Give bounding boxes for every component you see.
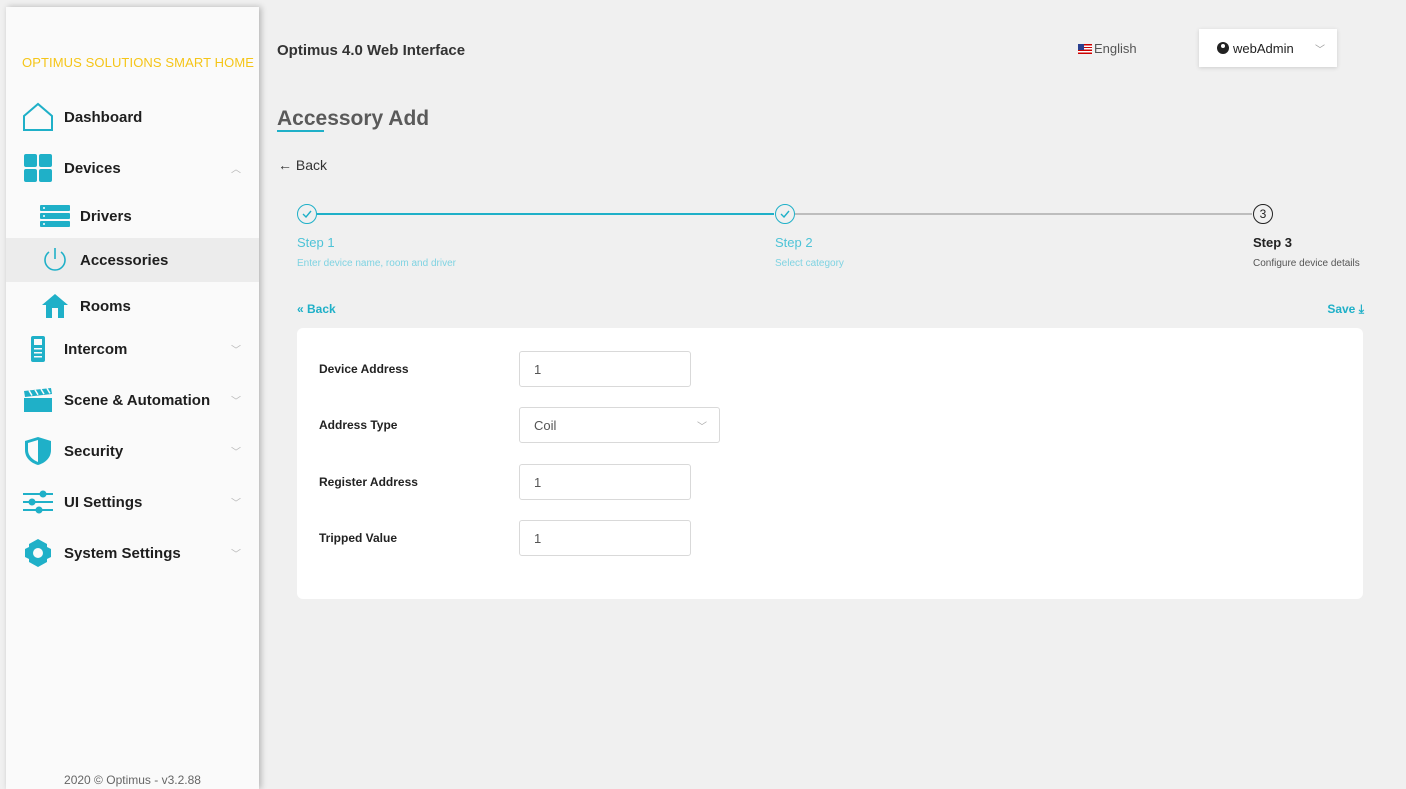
page-title: Accessory Add	[277, 107, 430, 130]
save-button[interactable]: Save ⤓	[1327, 302, 1364, 317]
grid-icon	[22, 152, 54, 184]
step-1-desc: Enter device name, room and driver	[297, 258, 456, 269]
tripped-value-input[interactable]: 1	[519, 520, 691, 556]
register-address-input[interactable]: 1	[519, 464, 691, 500]
sidebar-item-ui-settings[interactable]: UI Settings ﹀	[6, 480, 259, 524]
sidebar: OPTIMUS SOLUTIONS SMART HOME Dashboard D…	[6, 7, 259, 789]
register-address-label: Register Address	[319, 475, 418, 489]
username: webAdmin	[1233, 40, 1294, 56]
step-2-check-icon	[775, 204, 795, 224]
address-type-select[interactable]: Coil ﹀	[519, 407, 720, 443]
sidebar-item-label: UI Settings	[64, 493, 143, 511]
sidebar-item-label: Drivers	[80, 207, 132, 225]
address-type-label: Address Type	[319, 418, 398, 432]
device-address-label: Device Address	[319, 362, 409, 376]
device-details-form: Device Address 1 Address Type Coil ﹀ Reg…	[297, 328, 1363, 599]
sidebar-item-label: System Settings	[64, 544, 181, 562]
sidebar-item-label: Intercom	[64, 340, 128, 358]
step-3-desc: Configure device details	[1253, 258, 1360, 269]
sidebar-item-security[interactable]: Security ﹀	[6, 429, 259, 473]
tripped-value-label: Tripped Value	[319, 531, 398, 545]
chevron-up-icon: ︿	[231, 164, 241, 176]
language-label: English	[1094, 41, 1137, 56]
shield-icon	[22, 435, 54, 467]
sidebar-item-label: Security	[64, 442, 124, 460]
device-address-input[interactable]: 1	[519, 351, 691, 387]
language-selector[interactable]: English	[1078, 41, 1137, 56]
chevron-down-icon: ﹀	[697, 421, 707, 433]
house-icon	[40, 290, 70, 322]
gear-icon	[22, 537, 54, 569]
back-link[interactable]: ← Back	[278, 157, 327, 173]
step-3-title: Step 3	[1253, 235, 1293, 250]
power-icon	[40, 244, 70, 276]
address-type-value: Coil	[534, 417, 557, 433]
sliders-icon	[22, 486, 54, 518]
footer-copyright: 2020 © Optimus - v3.2.88	[64, 773, 201, 787]
app-title: Optimus 4.0 Web Interface	[277, 42, 466, 59]
sidebar-item-system-settings[interactable]: System Settings ﹀	[6, 531, 259, 575]
server-icon	[40, 200, 70, 232]
us-flag-icon	[1078, 43, 1092, 54]
step-1-check-icon	[297, 204, 317, 224]
form-back-link[interactable]: « Back	[297, 302, 336, 316]
user-menu-button[interactable]: webAdmin ﹀	[1199, 29, 1337, 67]
sidebar-item-intercom[interactable]: Intercom ﹀	[6, 327, 259, 371]
sidebar-item-label: Dashboard	[64, 108, 143, 126]
intercom-icon	[22, 333, 54, 365]
sidebar-item-devices[interactable]: Devices ︿	[6, 146, 259, 190]
chevron-down-icon: ﹀	[231, 498, 241, 510]
step-3-number: 3	[1253, 204, 1273, 224]
chevron-down-icon: ﹀	[231, 396, 241, 408]
sidebar-item-label: Devices	[64, 159, 121, 177]
title-underline	[277, 130, 324, 132]
sidebar-item-label: Rooms	[80, 297, 131, 315]
chevron-down-icon: ﹀	[1315, 44, 1325, 56]
sidebar-item-label: Accessories	[80, 251, 169, 269]
step-connector-1	[317, 213, 774, 215]
step-1-title: Step 1	[297, 235, 335, 250]
brand-logo-text: OPTIMUS SOLUTIONS SMART HOME	[22, 55, 255, 70]
user-icon	[1217, 42, 1229, 54]
chevron-down-icon: ﹀	[231, 549, 241, 561]
step-2-desc: Select category	[775, 258, 844, 269]
sidebar-item-rooms[interactable]: Rooms	[6, 284, 259, 328]
chevron-down-icon: ﹀	[231, 447, 241, 459]
sidebar-item-scene-automation[interactable]: Scene & Automation ﹀	[6, 378, 259, 422]
chevron-down-icon: ﹀	[231, 345, 241, 357]
sidebar-item-drivers[interactable]: Drivers	[6, 194, 259, 238]
clapperboard-icon	[22, 384, 54, 416]
sidebar-item-dashboard[interactable]: Dashboard	[6, 95, 259, 139]
step-connector-2	[795, 213, 1252, 215]
home-icon	[22, 101, 54, 133]
step-2-title: Step 2	[775, 235, 813, 250]
sidebar-item-accessories[interactable]: Accessories	[6, 238, 259, 282]
sidebar-item-label: Scene & Automation	[64, 391, 211, 409]
